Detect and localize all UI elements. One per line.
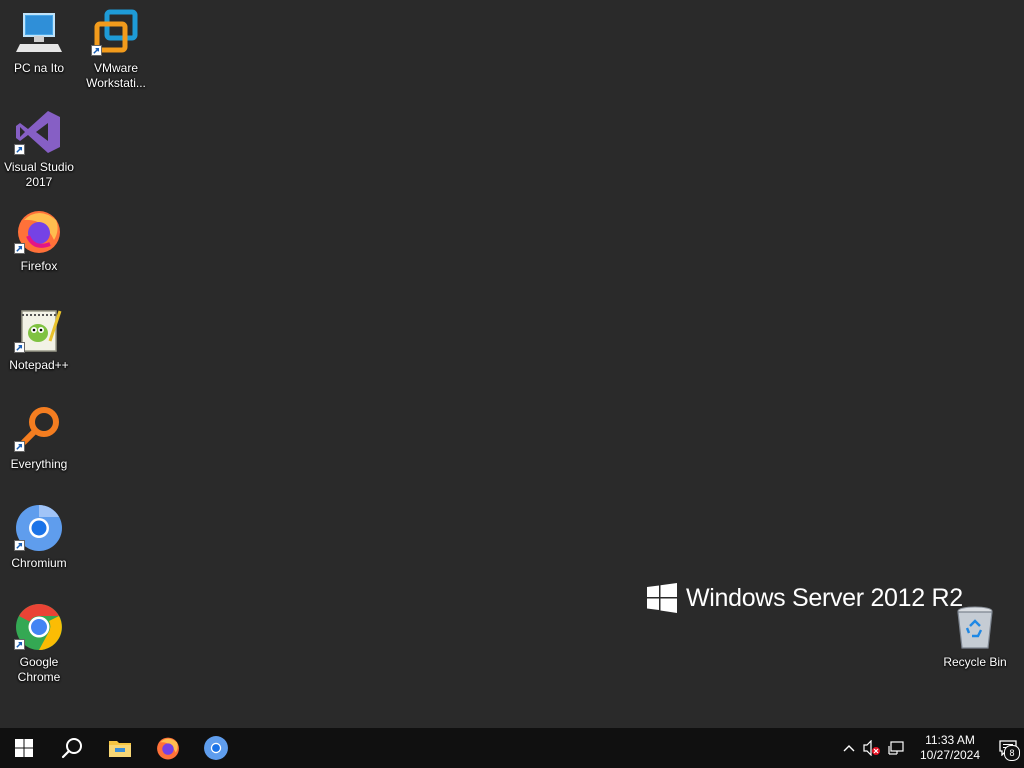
- desktop-icon-label: Chromium: [11, 556, 67, 570]
- start-button[interactable]: [0, 728, 48, 768]
- desktop-icon-label: Notepad++: [9, 358, 69, 372]
- taskbar-firefox[interactable]: [144, 728, 192, 768]
- firefox-icon: [157, 737, 179, 760]
- shortcut-arrow-icon: [14, 144, 25, 155]
- clock-time: 11:33 AM: [925, 733, 975, 747]
- google-chrome-icon: [14, 602, 64, 652]
- network-button[interactable]: [884, 728, 908, 768]
- shortcut-arrow-icon: [14, 342, 25, 353]
- volume-button[interactable]: [860, 728, 884, 768]
- computer-icon: [14, 8, 64, 58]
- shortcut-arrow-icon: [91, 45, 102, 56]
- action-center-button[interactable]: 8: [992, 728, 1024, 768]
- chromium-icon: [204, 736, 228, 760]
- desktop-icon-label: Visual Studio 2017: [4, 160, 74, 189]
- desktop-icon-google-chrome[interactable]: Google Chrome: [1, 598, 77, 685]
- windows-logo-icon: [647, 583, 677, 613]
- show-hidden-icons-button[interactable]: [838, 728, 860, 768]
- firefox-icon: [14, 206, 64, 256]
- notification-count-badge: 8: [1004, 745, 1020, 761]
- search-icon: [61, 738, 82, 759]
- shortcut-arrow-icon: [14, 441, 25, 452]
- desktop-icon-label: Firefox: [20, 259, 58, 273]
- desktop-icon-notepad-plus-plus[interactable]: Notepad++: [1, 301, 77, 373]
- clock[interactable]: 11:33 AM 10/27/2024: [908, 728, 992, 768]
- desktop-icon-pc[interactable]: PC na Ito: [1, 4, 77, 76]
- os-watermark: Windows Server 2012 R2: [647, 583, 963, 613]
- everything-search-icon: [14, 404, 64, 454]
- system-tray: 11:33 AM 10/27/2024 8: [838, 728, 1024, 768]
- taskbar-chromium[interactable]: [192, 728, 240, 768]
- taskbar: 11:33 AM 10/27/2024 8: [0, 728, 1024, 768]
- desktop-icon-chromium[interactable]: Chromium: [1, 499, 77, 571]
- desktop: PC na Ito VMware Workstati... Visual Stu…: [0, 0, 1024, 728]
- shortcut-arrow-icon: [14, 243, 25, 254]
- desktop-icon-label: Google Chrome: [17, 655, 61, 684]
- desktop-icon-label: PC na Ito: [13, 61, 65, 75]
- shortcut-arrow-icon: [14, 639, 25, 650]
- visual-studio-icon: [14, 107, 64, 157]
- desktop-icon-visual-studio[interactable]: Visual Studio 2017: [1, 103, 77, 190]
- desktop-icon-label: Everything: [10, 457, 68, 471]
- start-icon: [15, 739, 33, 757]
- search-button[interactable]: [48, 728, 96, 768]
- chevron-up-icon: [843, 745, 855, 752]
- desktop-icon-label: Recycle Bin: [943, 655, 1007, 669]
- volume-muted-icon: [863, 740, 880, 756]
- desktop-icon-label: VMware Workstati...: [86, 61, 146, 90]
- watermark-text: Windows Server 2012 R2: [686, 583, 963, 612]
- network-icon: [888, 741, 904, 755]
- notepad-plus-plus-icon: [14, 305, 64, 355]
- taskbar-file-explorer[interactable]: [96, 728, 144, 768]
- chromium-icon: [14, 503, 64, 553]
- desktop-icon-everything[interactable]: Everything: [1, 400, 77, 472]
- clock-date: 10/27/2024: [919, 748, 981, 762]
- file-explorer-icon: [109, 741, 131, 757]
- desktop-icon-vmware[interactable]: VMware Workstati...: [78, 4, 154, 91]
- shortcut-arrow-icon: [14, 540, 25, 551]
- vmware-icon: [91, 8, 141, 58]
- desktop-icon-firefox[interactable]: Firefox: [1, 202, 77, 274]
